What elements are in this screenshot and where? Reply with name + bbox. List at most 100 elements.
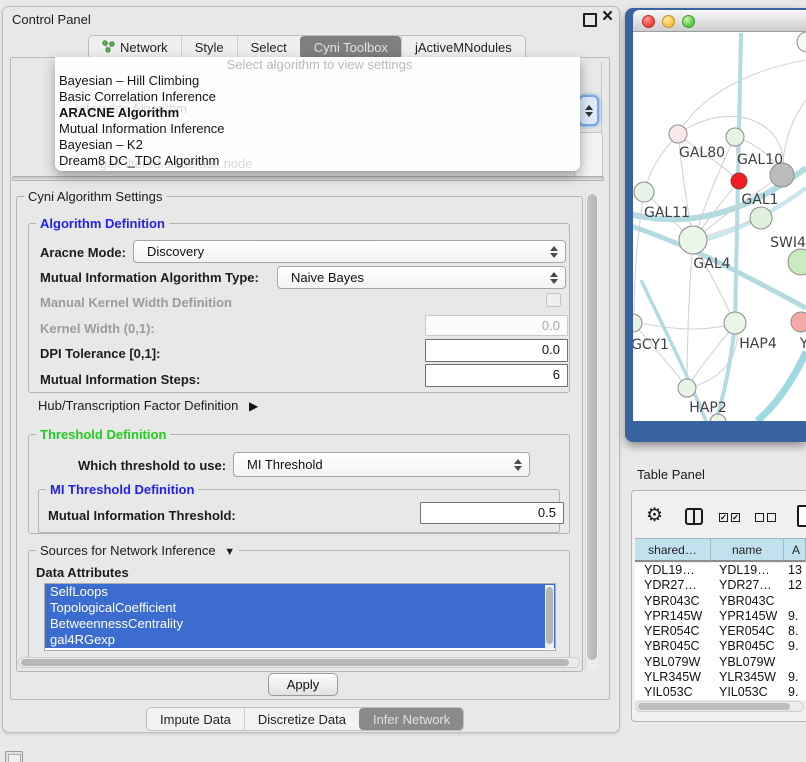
network-node-gal4[interactable] [679,226,707,254]
cell-name: YBL079W [711,655,783,670]
node-label: GAL80 [679,145,725,161]
dpi-tolerance-label: DPI Tolerance [0,1]: [40,346,160,361]
which-threshold-label: Which threshold to use: [78,458,226,473]
hub-definition-expander[interactable]: Hub/Transcription Factor Definition ▶ [38,398,258,413]
network-node-gal1-selected[interactable] [731,173,747,189]
network-window-titlebar[interactable] [633,10,806,32]
column-header-shared-name[interactable]: shared… [635,538,711,562]
cell-name: YDR27… [711,578,783,593]
data-attributes-list: SelfLoops TopologicalCoefficient Between… [44,583,556,651]
dropdown-option[interactable]: Bayesian – K2 [55,137,580,153]
network-node-hap2[interactable] [678,379,696,397]
table-row[interactable]: YPR145WYPR145W9. [635,609,806,624]
which-threshold-value: MI Threshold [234,457,513,472]
cell-extra: 9. [783,670,803,685]
threshold-definition-title: Threshold Definition [36,427,170,442]
dropdown-option[interactable]: Bayesian – Hill Climbing [55,73,580,89]
manual-kernel-checkbox[interactable] [546,293,561,307]
sources-group-title[interactable]: Sources for Network Inference ▼ [36,543,239,558]
table-settings-gear-icon[interactable]: ⚙ [646,505,663,527]
mi-steps-field[interactable]: 6 [425,364,568,387]
network-node-partial[interactable] [797,32,806,52]
minimized-panel-icon[interactable] [5,751,23,762]
tab-style[interactable]: Style [181,36,237,59]
float-panel-icon[interactable] [583,13,597,27]
new-table-icon[interactable] [797,505,806,527]
tab-impute-data[interactable]: Impute Data [147,708,244,730]
dropdown-option[interactable]: Mutual Information Inference [55,121,580,137]
column-header-name[interactable]: name [711,538,784,562]
settings-horizontal-scrollbar[interactable] [18,657,580,668]
dropdown-option[interactable]: Basic Correlation Inference [55,89,580,105]
window-zoom-button[interactable] [682,15,695,28]
network-node-swi4[interactable] [750,207,772,229]
cell-extra: 9. [783,685,803,700]
tab-jactivemnodules[interactable]: jActiveMNodules [401,36,525,59]
section-splitter[interactable] [12,176,604,181]
node-label: GAL10 [737,152,783,168]
mi-algorithm-type-combo[interactable]: Naive Bayes [277,266,566,289]
table-horizontal-scrollbar[interactable] [635,701,804,712]
network-node-y[interactable] [791,312,806,332]
algorithm-definition-title: Algorithm Definition [36,216,169,231]
column-header-partial[interactable]: A [784,538,806,562]
scrollbar-thumb[interactable] [546,587,553,644]
show-columns-icon[interactable] [685,508,703,525]
close-panel-icon[interactable]: × [602,6,613,28]
dpi-tolerance-field[interactable]: 0.0 [425,339,568,362]
dropdown-option-highlighted[interactable]: ARACNE Algorithm [55,105,580,121]
mi-threshold-field[interactable]: 0.5 [420,502,564,524]
window-minimize-button[interactable] [662,15,675,28]
settings-vertical-scrollbar[interactable] [585,192,598,670]
tab-discretize-data[interactable]: Discretize Data [244,708,359,730]
table-row[interactable]: YDR27…YDR27…12 [635,578,806,593]
tab-cyni-toolbox[interactable]: Cyni Toolbox [300,36,401,59]
list-vertical-scrollbar[interactable] [545,585,554,649]
tab-infer-network[interactable]: Infer Network [359,708,463,730]
table-row[interactable]: YIL053CYIL053C9. [635,685,806,700]
network-node-gal80[interactable] [669,125,687,143]
scrollbar-thumb[interactable] [587,194,597,660]
attribute-item-selected[interactable]: SelfLoops [45,584,555,600]
deselect-all-columns-icon[interactable] [755,513,776,522]
cell-name: YBR045C [711,639,783,654]
scrollbar-thumb[interactable] [638,703,790,710]
network-node-gal10[interactable] [726,128,744,146]
node-label: GCY1 [633,337,669,353]
cell-name: YDL19… [711,563,783,578]
dropdown-option[interactable]: Dream8 DC_TDC Algorithm [55,153,580,169]
node-label: HAP2 [689,400,726,416]
table-row[interactable]: YDL19…YDL19…13 [635,563,806,578]
network-canvas[interactable]: GAL80 GAL10 GAL1 GAL11 SWI4 GAL4 GCY1 HA… [633,32,806,421]
table-row[interactable]: YBR043CYBR043C [635,594,806,609]
window-close-button[interactable] [642,15,655,28]
network-edge [687,240,693,387]
node-label: HAP4 [739,336,777,352]
tab-select[interactable]: Select [237,36,300,59]
cell-name: YBR043C [711,594,783,609]
tab-network[interactable]: Network [89,36,181,59]
table-row[interactable]: YER054CYER054C8. [635,624,806,639]
network-node-unlabeled[interactable] [788,249,806,275]
kernel-width-field[interactable]: 0.0 [425,315,568,336]
attribute-item-selected[interactable]: gal4RGexp [45,632,555,648]
table-row[interactable]: YLR345WYLR345W9. [635,670,806,685]
cell-name: YIL053C [711,685,783,700]
aracne-mode-combo[interactable]: Discovery [133,240,566,263]
mi-threshold-group-title: MI Threshold Definition [46,482,198,497]
table-row[interactable]: YBL079WYBL079W [635,655,806,670]
which-threshold-combo[interactable]: MI Threshold [233,452,530,477]
select-all-columns-icon[interactable]: ✓ ✓ [719,513,740,522]
network-node-hap4[interactable] [724,312,746,334]
node-label: GAL4 [693,256,730,272]
attribute-item-selected[interactable]: BetweennessCentrality [45,616,555,632]
cell-shared-name: YDR27… [635,578,711,593]
tab-network-label: Network [120,40,168,55]
network-node-gal11[interactable] [634,182,654,202]
network-node-gcy1[interactable] [633,314,642,332]
scrollbar-thumb[interactable] [21,659,569,666]
algorithm-combo-stepper[interactable] [578,95,599,126]
apply-button[interactable]: Apply [268,673,338,696]
table-row[interactable]: YBR045CYBR045C9. [635,639,806,654]
attribute-item-selected[interactable]: TopologicalCoefficient [45,600,555,616]
